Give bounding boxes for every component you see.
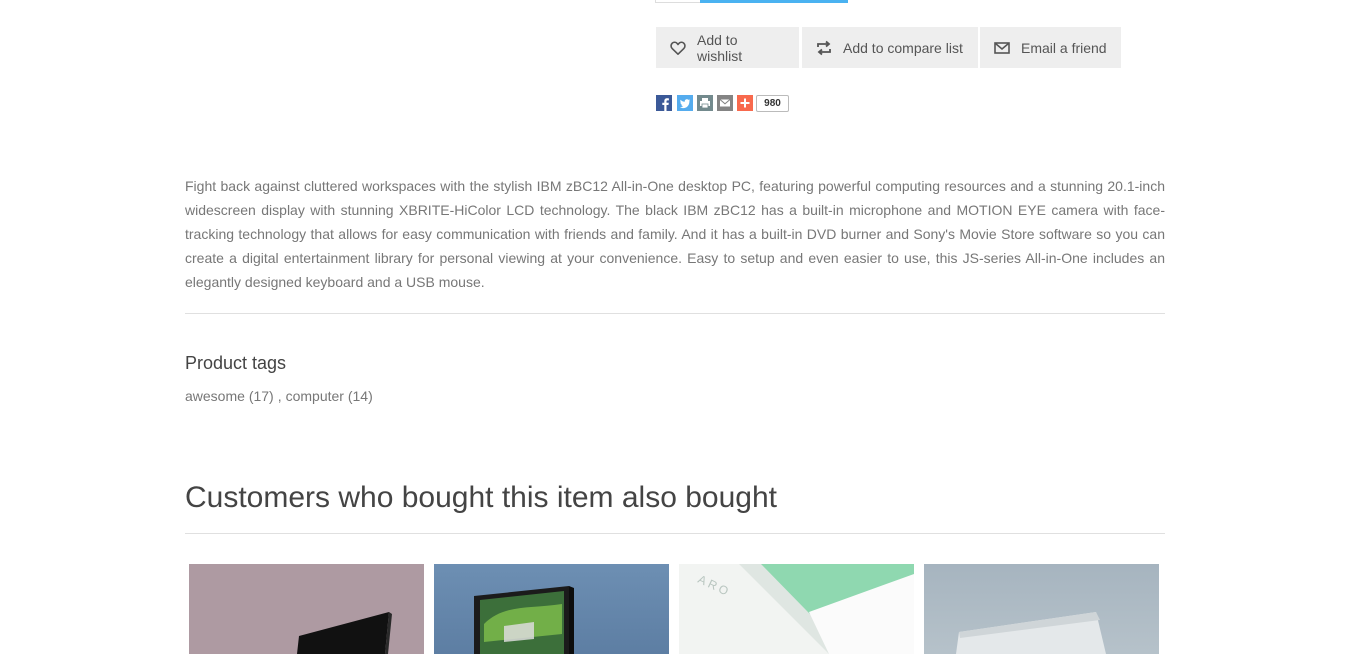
more-share-icon[interactable]	[737, 95, 753, 111]
compare-arrows-icon	[815, 39, 833, 57]
tag-computer-link[interactable]: computer (14)	[286, 388, 373, 404]
add-to-wishlist-button[interactable]: Add to wishlist	[656, 27, 799, 68]
add-to-compare-label: Add to compare list	[843, 39, 963, 56]
section-divider	[185, 533, 1165, 534]
add-to-cart-button-edge[interactable]	[700, 0, 848, 3]
tag-label: awesome	[185, 388, 245, 404]
heart-icon	[669, 39, 687, 57]
twitter-share-icon[interactable]	[677, 95, 693, 111]
add-to-wishlist-label: Add to wishlist	[697, 31, 743, 64]
facebook-share-icon[interactable]	[656, 95, 672, 111]
also-bought-title: Customers who bought this item also boug…	[185, 481, 777, 514]
also-bought-product-image[interactable]: ARO	[679, 564, 914, 654]
tag-label: computer	[285, 388, 344, 404]
also-bought-product-image[interactable]	[189, 564, 424, 654]
also-bought-product-image[interactable]	[924, 564, 1159, 654]
quantity-input-edge[interactable]	[655, 0, 701, 3]
product-tags-list: awesome (17) , computer (14)	[185, 388, 373, 404]
product-tags-title: Product tags	[185, 353, 287, 373]
tag-separator: ,	[277, 388, 282, 404]
print-share-icon[interactable]	[697, 95, 713, 111]
share-count-badge: 980	[756, 95, 789, 112]
add-to-compare-button[interactable]: Add to compare list	[802, 27, 978, 68]
tag-count: (14)	[347, 388, 373, 404]
tag-count: (17)	[248, 388, 274, 404]
tag-awesome-link[interactable]: awesome (17)	[185, 388, 274, 404]
also-bought-product-image[interactable]	[434, 564, 669, 654]
email-share-icon[interactable]	[717, 95, 733, 111]
email-a-friend-label: Email a friend	[1021, 39, 1107, 56]
envelope-icon	[993, 39, 1011, 57]
section-divider	[185, 313, 1165, 314]
product-full-description: Fight back against cluttered workspaces …	[185, 178, 1165, 290]
email-a-friend-button[interactable]: Email a friend	[980, 27, 1121, 68]
